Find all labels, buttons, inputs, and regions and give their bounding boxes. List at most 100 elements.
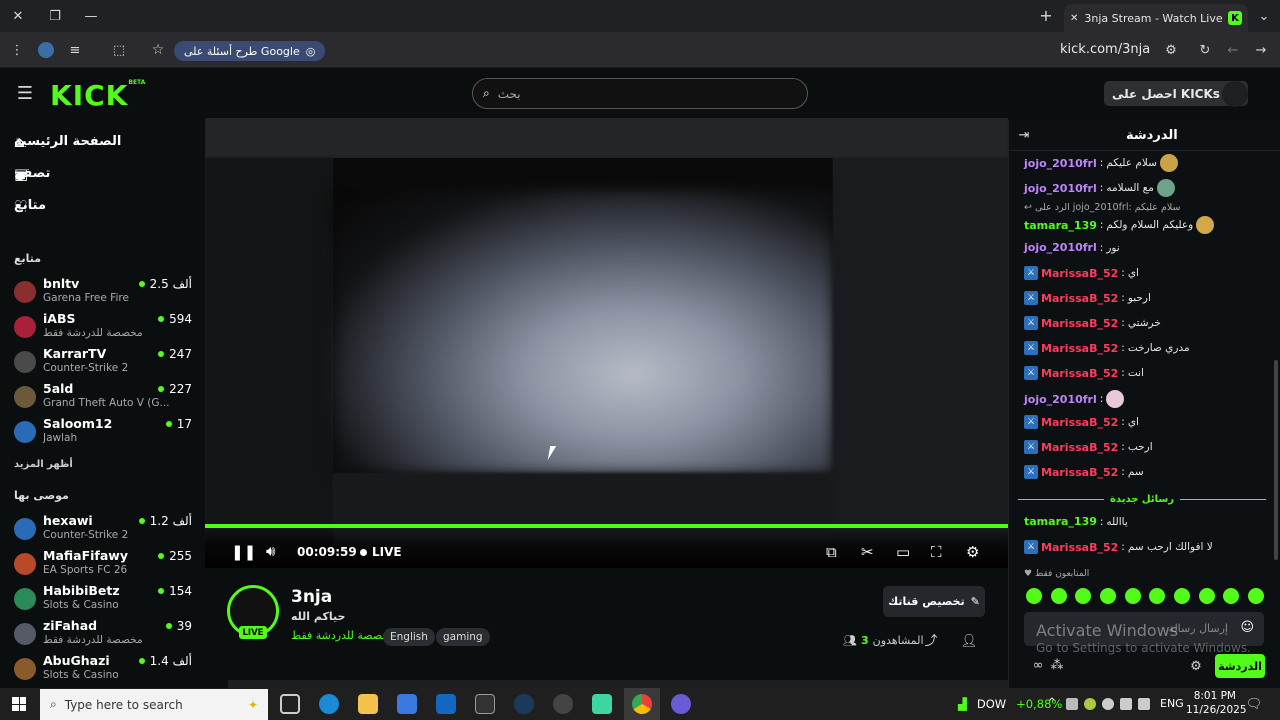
reload-icon[interactable]: ↻ bbox=[1198, 43, 1212, 57]
stream-category[interactable]: مخصصة للدردشة فقط bbox=[291, 629, 395, 642]
extensions-icon[interactable]: ⬚ bbox=[112, 43, 126, 57]
tray-icon[interactable] bbox=[1102, 698, 1114, 710]
sidebar-channel-hexawi[interactable]: hexawi Counter-Strike 2 1.2 ألف bbox=[14, 513, 194, 547]
channel-game: Grand Theft Auto V (G... bbox=[43, 397, 170, 409]
kick-logo[interactable]: KICKBETA bbox=[50, 79, 145, 112]
sidebar-channel-iabs[interactable]: iABS مخصصة للدردشة فقط 594 bbox=[14, 311, 194, 345]
restore-window-icon[interactable]: ❐ bbox=[47, 9, 63, 23]
edge-icon[interactable] bbox=[319, 694, 339, 714]
profile-avatar[interactable] bbox=[38, 42, 54, 58]
tab-close-icon[interactable]: ✕ bbox=[1070, 13, 1078, 24]
tag-gaming[interactable]: gaming bbox=[436, 628, 490, 646]
site-settings-icon[interactable]: ⚙ bbox=[1164, 43, 1178, 57]
url-text[interactable]: kick.com/3nja bbox=[1060, 42, 1150, 57]
customize-channel-button[interactable]: تخصيص قناتك ✎ bbox=[883, 586, 985, 617]
emote-icon[interactable] bbox=[1223, 588, 1240, 604]
nav-browse[interactable]: تصفح ▣ bbox=[14, 165, 184, 183]
follow-user-icon[interactable]: 👤︎ bbox=[961, 634, 978, 648]
emote-icon[interactable] bbox=[1247, 588, 1264, 604]
language-indicator[interactable]: ENG bbox=[1160, 697, 1184, 710]
hamburger-menu-icon[interactable]: ☰ bbox=[16, 85, 34, 103]
bookmark-star-icon[interactable]: ☆ bbox=[150, 42, 166, 58]
sidebar-channel-karrartv[interactable]: KarrarTV Counter-Strike 2 247 bbox=[14, 346, 194, 380]
taskbar-search-input[interactable]: ⌕ Type here to search ✦ bbox=[40, 689, 268, 720]
emote-icon[interactable] bbox=[1050, 588, 1067, 604]
emote-icon[interactable] bbox=[1173, 588, 1190, 604]
video-player[interactable] bbox=[205, 118, 1008, 568]
settings-gear-icon[interactable]: ⚙ bbox=[966, 543, 979, 561]
back-icon[interactable]: → bbox=[1254, 43, 1268, 57]
emote-icon[interactable] bbox=[1149, 588, 1166, 604]
emote-icon[interactable] bbox=[1026, 588, 1042, 604]
search-placeholder: بحث bbox=[497, 86, 521, 101]
connections-icon[interactable]: ⁂ bbox=[1050, 658, 1064, 672]
fullscreen-icon[interactable]: ⛶ bbox=[931, 543, 942, 561]
playlist-icon[interactable]: ≡ bbox=[68, 43, 82, 57]
app-icon[interactable] bbox=[592, 694, 612, 714]
taskbar-clock[interactable]: 8:01 PM 11/26/2025 bbox=[1186, 689, 1247, 717]
clip-icon[interactable]: ✂ bbox=[861, 543, 874, 561]
kick-favicon-icon: K bbox=[1228, 11, 1242, 25]
theater-mode-icon[interactable]: ▭ bbox=[896, 543, 910, 561]
chrome-icon[interactable] bbox=[632, 694, 652, 714]
collapse-chat-icon[interactable]: ⇥ bbox=[1016, 128, 1032, 142]
google-lens-chip[interactable]: طرح أسئلة على Google ◎ bbox=[174, 41, 326, 61]
search-input[interactable]: ⌕ بحث bbox=[472, 78, 808, 109]
windows-start-icon[interactable] bbox=[12, 697, 26, 711]
sidebar-channel-mafiafifawy[interactable]: MafiaFifawy EA Sports FC 26 255 bbox=[14, 548, 194, 582]
menu-dots-icon[interactable]: ⋮ bbox=[10, 43, 24, 57]
live-dot-icon bbox=[158, 316, 165, 322]
chat-scrollbar[interactable] bbox=[1274, 360, 1278, 560]
chat-settings-gear-icon[interactable]: ⚙ bbox=[1189, 659, 1203, 673]
nav-following[interactable]: متابع ♡ bbox=[14, 197, 184, 215]
show-more-link[interactable]: أظهر المزيد bbox=[14, 459, 73, 470]
emoji-picker-icon[interactable]: ☺ bbox=[1240, 620, 1254, 635]
file-explorer-icon[interactable] bbox=[358, 694, 378, 714]
forward-icon[interactable]: ← bbox=[1226, 43, 1240, 57]
app-icon[interactable] bbox=[553, 694, 573, 714]
chat-send-button[interactable]: الدردشة bbox=[1215, 654, 1265, 678]
store-icon[interactable] bbox=[397, 694, 417, 714]
pause-icon[interactable]: ❚❚ bbox=[231, 543, 256, 561]
tray-chevron-icon[interactable]: ⌃ bbox=[1046, 697, 1058, 710]
emote-icon[interactable] bbox=[1124, 588, 1141, 604]
close-window-icon[interactable]: ✕ bbox=[10, 9, 26, 23]
tray-icon[interactable] bbox=[1084, 698, 1096, 710]
emote-icon[interactable] bbox=[1198, 588, 1215, 604]
tray-icon[interactable] bbox=[1066, 698, 1078, 710]
discord-icon[interactable] bbox=[671, 694, 691, 714]
pip-icon[interactable]: ⧉ bbox=[826, 543, 837, 561]
sidebar-channel-habibibetz[interactable]: HabibiBetz Slots & Casino 154 bbox=[14, 583, 194, 617]
emote-icon[interactable] bbox=[1099, 588, 1116, 604]
outlook-icon[interactable] bbox=[436, 694, 456, 714]
user-avatar[interactable] bbox=[1222, 81, 1248, 107]
sidebar-channel-abughazi[interactable]: AbuGhazi Slots & Casino 1.4 ألف bbox=[14, 653, 194, 687]
new-messages-divider[interactable]: رسائل جديدة bbox=[1018, 494, 1266, 505]
channel-name: 5ald bbox=[43, 381, 74, 396]
share-icon[interactable]: ⤴ bbox=[924, 634, 938, 648]
channel-name[interactable]: 3nja bbox=[291, 587, 332, 607]
viewer-count: 1.2 ألف bbox=[138, 514, 192, 528]
minimize-window-icon[interactable]: — bbox=[83, 9, 99, 23]
tag-english[interactable]: English bbox=[383, 628, 435, 646]
channel-game: مخصصة للدردشة فقط bbox=[43, 327, 143, 339]
epic-games-icon[interactable] bbox=[475, 694, 495, 714]
task-view-icon[interactable] bbox=[280, 694, 300, 714]
sidebar-channel-5ald[interactable]: 5ald Grand Theft Auto V (G... 227 bbox=[14, 381, 194, 415]
tab-search-chevron-icon[interactable]: ⌄ bbox=[1256, 8, 1272, 24]
sidebar-channel-bnltv[interactable]: bnltv Garena Free Fire 2.5 ألف bbox=[14, 276, 194, 310]
infinity-icon[interactable]: ∞ bbox=[1030, 658, 1046, 672]
microphone-icon[interactable] bbox=[1120, 698, 1132, 710]
nav-home[interactable]: الصفحة الرئيسية ⌂ bbox=[14, 133, 184, 151]
browser-tab[interactable]: ✕ 3nja Stream - Watch Live on Kick K bbox=[1064, 4, 1248, 32]
viewer-count: 154 bbox=[158, 584, 192, 598]
new-tab-button[interactable]: + bbox=[1038, 8, 1054, 24]
sidebar-channel-zifahad[interactable]: ziFahad مخصصة للدردشة فقط 39 bbox=[14, 618, 194, 652]
sidebar-channel-saloom12[interactable]: Saloom12 Jawlah 17 bbox=[14, 416, 194, 450]
emote-icon[interactable] bbox=[1075, 588, 1092, 604]
volume-icon[interactable]: 🔊︎ bbox=[266, 542, 275, 560]
steam-icon[interactable] bbox=[514, 694, 534, 714]
volume-icon[interactable] bbox=[1138, 698, 1150, 710]
stock-chart-icon: ▟ bbox=[958, 697, 967, 711]
notifications-icon[interactable]: 🗨︎ bbox=[1246, 696, 1263, 712]
